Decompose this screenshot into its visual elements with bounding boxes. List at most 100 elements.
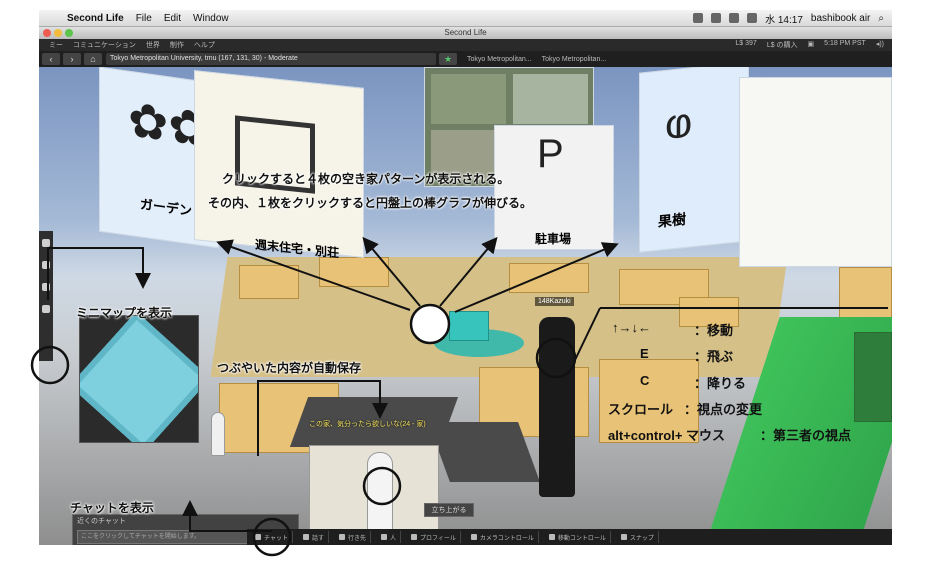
- location-input[interactable]: Tokyo Metropolitan University, tmu (167,…: [106, 53, 436, 65]
- camera-control-button[interactable]: カメラコントロール: [467, 531, 539, 543]
- mic-icon: [302, 534, 309, 540]
- zoom-window-button[interactable]: [65, 29, 73, 37]
- shop-icon[interactable]: ▣: [808, 40, 815, 50]
- snapshot-button-label: スナップ: [629, 535, 654, 542]
- annotation-chat: チャットを表示: [70, 501, 154, 515]
- app-menu[interactable]: Second Life: [67, 13, 124, 24]
- avatar[interactable]: [539, 317, 575, 497]
- minimap[interactable]: [79, 315, 199, 443]
- navigation-bar: ‹ › ⌂ Tokyo Metropolitan University, tmu…: [39, 51, 892, 67]
- house: [239, 265, 299, 299]
- speak-button[interactable]: 話す: [299, 531, 329, 543]
- viewer-menu-bar: ミー コミュニケーション 世界 制作 ヘルプ L$ 397 L$ の購入 ▣ 5…: [39, 39, 892, 51]
- status-area: 水 14:17 bashibook air ⌕: [693, 11, 892, 26]
- minimap-toggle-icon[interactable]: [42, 305, 50, 313]
- house: [319, 257, 389, 287]
- menu-help[interactable]: ヘルプ: [194, 40, 215, 50]
- annotation-autosave: つぶやいた内容が自動保存: [217, 361, 362, 375]
- destinations-button-label: 行き先: [347, 535, 366, 542]
- annotation-line-2: その内、１枚をクリックすると円盤上の棒グラフが伸びる。: [208, 196, 533, 210]
- bottom-toolbar: チャット 話す 行き先 人 プロフィール カメラコントロール 移動コントロール …: [247, 529, 892, 545]
- viewer-status: L$ 397 L$ の購入 ▣ 5:18 PM PST ◂)): [735, 40, 892, 50]
- people-button[interactable]: 人: [377, 531, 401, 543]
- minimap-region: [80, 316, 198, 442]
- key-move-desc: ：移動: [694, 323, 734, 338]
- bluetooth-icon[interactable]: [711, 13, 722, 23]
- back-icon[interactable]: ‹: [42, 53, 60, 65]
- camera-control-label: カメラコントロール: [479, 535, 534, 542]
- chat-button-label: チャット: [264, 535, 288, 542]
- people-icon: [380, 534, 387, 540]
- search-icon[interactable]: [42, 283, 50, 291]
- white-avatar-small[interactable]: [211, 412, 225, 456]
- mac-menu-bar: Second Life File Edit Window 水 14:17 bas…: [39, 10, 892, 27]
- chat-bubble: この家、気分ったら欲しいな(24 - 家): [309, 421, 426, 428]
- key-land: C: [640, 373, 650, 388]
- snapshot-button[interactable]: スナップ: [617, 531, 659, 543]
- minimize-window-button[interactable]: [54, 29, 62, 37]
- pattern-sign-parking[interactable]: P 駐車場: [494, 125, 614, 250]
- menu-edit[interactable]: Edit: [164, 13, 181, 24]
- people-button-label: 人: [389, 535, 396, 542]
- movement-control-label: 移動コントロール: [557, 535, 606, 542]
- house: [509, 263, 589, 293]
- pattern-sign-orchard[interactable]: ⱷ 果樹: [639, 67, 749, 253]
- user-name[interactable]: bashibook air: [811, 13, 870, 24]
- menu-world[interactable]: 世界: [146, 40, 160, 50]
- favorite-star-icon[interactable]: ★: [439, 53, 457, 65]
- window-controls: [43, 29, 73, 37]
- movement-control-button[interactable]: 移動コントロール: [545, 531, 611, 543]
- annotation-minimap: ミニマップを表示: [76, 306, 173, 320]
- pin-icon: [338, 534, 345, 540]
- window-title: Second Life: [444, 28, 487, 37]
- sign-parking-label: 駐車場: [535, 232, 572, 246]
- viewer-time: 5:18 PM PST: [824, 40, 866, 47]
- key-scroll: スクロール: [608, 402, 674, 417]
- avatar-name-tag: 148Kazuki: [535, 297, 574, 306]
- window-title-bar: Second Life: [39, 27, 892, 39]
- battery-icon[interactable]: [747, 13, 758, 23]
- profile-button[interactable]: プロフィール: [407, 531, 461, 543]
- chat-button[interactable]: チャット: [251, 531, 293, 543]
- destinations-button[interactable]: 行き先: [335, 531, 371, 543]
- balance: L$ 397: [735, 40, 757, 47]
- favorite-2[interactable]: Tokyo Metropolitan...: [542, 56, 607, 63]
- left-toolbar: [39, 231, 53, 361]
- pattern-sign-weekend-house[interactable]: 週末住宅・別荘: [194, 70, 364, 260]
- clock[interactable]: 水 14:17: [765, 11, 803, 26]
- stand-up-button[interactable]: 立ち上がる: [424, 503, 474, 517]
- key-scroll-desc: ：視点の変更: [684, 402, 763, 417]
- key-land-desc: ：降りる: [694, 376, 747, 391]
- sign-p-letter: P: [537, 132, 564, 176]
- hedge: [854, 332, 892, 422]
- menu-communication[interactable]: コミュニケーション: [73, 40, 136, 50]
- profile-button-label: プロフィール: [420, 535, 456, 542]
- fruit-icon: ⱷ: [665, 98, 693, 149]
- forward-icon[interactable]: ›: [63, 53, 81, 65]
- sign-garden-label: ガーデン: [140, 196, 193, 219]
- annotation-line-1: クリックすると４枚の空き家パターンが表示される。: [222, 172, 510, 186]
- camera-icon: [620, 534, 627, 540]
- favorite-1[interactable]: Tokyo Metropolitan...: [467, 56, 532, 63]
- home-icon[interactable]: ⌂: [84, 53, 102, 65]
- sound-icon[interactable]: ◂)): [876, 40, 884, 50]
- second-life-window: Second Life File Edit Window 水 14:17 bas…: [39, 10, 892, 545]
- key-third-person-desc: ：第三者の視点: [760, 428, 852, 443]
- menu-file[interactable]: File: [136, 13, 152, 24]
- buy-currency-button[interactable]: L$ の購入: [767, 40, 798, 50]
- bar-graph: [449, 311, 489, 341]
- close-window-button[interactable]: [43, 29, 51, 37]
- menu-window[interactable]: Window: [193, 13, 229, 24]
- menu-me[interactable]: ミー: [49, 40, 63, 50]
- volume-icon[interactable]: [729, 13, 740, 23]
- key-fly: E: [640, 346, 649, 361]
- photo-tile: [513, 74, 588, 124]
- sign-orchard-label: 果樹: [658, 210, 686, 230]
- menu-build[interactable]: 制作: [170, 40, 184, 50]
- map-icon[interactable]: [42, 261, 50, 269]
- people-icon[interactable]: [42, 239, 50, 247]
- wifi-icon[interactable]: [693, 13, 704, 23]
- photo-tile: [431, 74, 506, 124]
- spotlight-icon[interactable]: ⌕: [878, 13, 884, 24]
- speak-button-label: 話す: [311, 535, 324, 542]
